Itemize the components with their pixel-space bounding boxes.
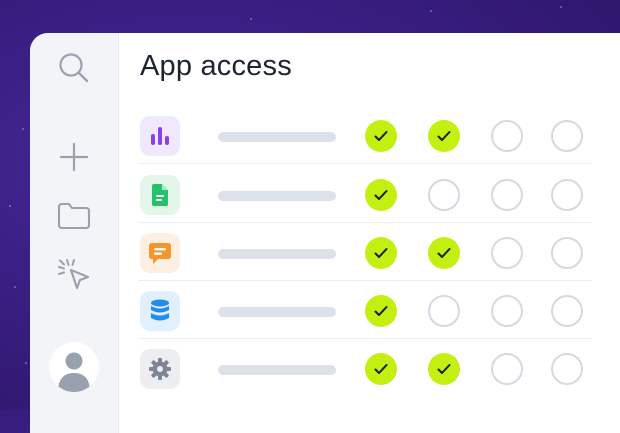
plus-icon[interactable] — [54, 137, 94, 177]
app-row — [138, 339, 592, 397]
permission-checkbox-unchecked[interactable] — [491, 237, 523, 269]
permission-checkbox-checked[interactable] — [428, 120, 460, 152]
app-name-placeholder — [218, 249, 336, 259]
document-icon — [140, 175, 180, 215]
page-title: App access — [140, 50, 292, 82]
permission-checkbox-unchecked[interactable] — [491, 353, 523, 385]
permission-checkbox-unchecked[interactable] — [551, 295, 583, 327]
permission-checkbox-unchecked[interactable] — [491, 120, 523, 152]
permission-checkbox-unchecked[interactable] — [428, 179, 460, 211]
app-row — [138, 106, 592, 164]
app-name-placeholder — [218, 191, 336, 201]
permission-checkbox-unchecked[interactable] — [551, 237, 583, 269]
gear-icon — [140, 349, 180, 389]
permission-checkbox-checked[interactable] — [428, 237, 460, 269]
permission-checkbox-unchecked[interactable] — [491, 295, 523, 327]
permission-checkbox-unchecked[interactable] — [428, 295, 460, 327]
permission-checkbox-checked[interactable] — [365, 295, 397, 327]
app-name-placeholder — [218, 307, 336, 317]
cursor-click-icon[interactable] — [54, 255, 94, 295]
permission-checkbox-checked[interactable] — [365, 237, 397, 269]
main-content: App access — [119, 33, 620, 433]
app-row — [138, 281, 592, 339]
app-row — [138, 223, 592, 281]
app-row — [138, 165, 592, 223]
permission-checkbox-unchecked[interactable] — [551, 120, 583, 152]
app-name-placeholder — [218, 132, 336, 142]
folder-icon[interactable] — [54, 196, 94, 236]
search-icon[interactable] — [54, 48, 94, 88]
chat-icon — [140, 233, 180, 273]
permission-checkbox-checked[interactable] — [365, 120, 397, 152]
permission-checkbox-checked[interactable] — [365, 179, 397, 211]
permission-checkbox-checked[interactable] — [365, 353, 397, 385]
permission-checkbox-unchecked[interactable] — [551, 179, 583, 211]
app-window: App access — [30, 33, 620, 433]
database-icon — [140, 291, 180, 331]
user-avatar[interactable] — [49, 342, 99, 392]
sidebar — [30, 33, 119, 433]
permission-checkbox-checked[interactable] — [428, 353, 460, 385]
bar-chart-icon — [140, 116, 180, 156]
app-name-placeholder — [218, 365, 336, 375]
permission-checkbox-unchecked[interactable] — [491, 179, 523, 211]
permission-checkbox-unchecked[interactable] — [551, 353, 583, 385]
row-divider — [138, 163, 592, 164]
